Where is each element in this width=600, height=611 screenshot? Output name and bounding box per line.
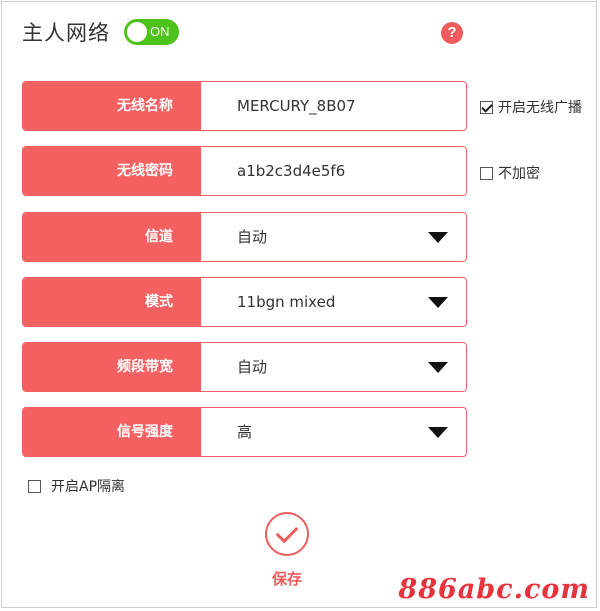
broadcast-label: 开启无线广播	[498, 100, 582, 116]
no-encrypt-checkbox[interactable]	[480, 166, 493, 180]
page-title: 主人网络	[22, 21, 110, 45]
wireless-password-input[interactable]: a1b2c3d4e5f6	[201, 147, 466, 195]
checkmark-icon	[265, 512, 309, 556]
chevron-down-icon	[428, 362, 448, 373]
mode-value: 11bgn mixed	[237, 293, 336, 311]
toggle-knob	[127, 22, 147, 42]
toggle-label: ON	[150, 24, 170, 39]
no-encrypt-label: 不加密	[498, 166, 540, 182]
chevron-down-icon	[428, 427, 448, 438]
mode-label: 模式	[23, 278, 201, 326]
network-toggle[interactable]: ON	[124, 19, 179, 45]
chevron-down-icon	[428, 297, 448, 308]
broadcast-option[interactable]: 开启无线广播	[480, 97, 582, 117]
save-label: 保存	[271, 570, 302, 588]
wireless-name-input[interactable]: MERCURY_8B07	[201, 82, 466, 130]
bandwidth-field: 频段带宽 自动	[22, 342, 467, 392]
ap-isolation-checkbox[interactable]	[28, 479, 41, 493]
signal-strength-field: 信号强度 高	[22, 407, 467, 457]
channel-field: 信道 自动	[22, 212, 467, 262]
question-icon[interactable]: ?	[441, 22, 463, 44]
mode-select[interactable]: 11bgn mixed	[201, 278, 466, 326]
bandwidth-value: 自动	[237, 358, 268, 376]
watermark: 886abc.com	[398, 574, 590, 605]
ap-isolation-option[interactable]: 开启AP隔离	[28, 476, 125, 496]
wireless-name-label: 无线名称	[23, 82, 201, 130]
page-header: 主人网络 ON	[22, 16, 179, 48]
broadcast-checkbox[interactable]	[480, 100, 493, 114]
channel-select[interactable]: 自动	[201, 213, 466, 261]
channel-label: 信道	[23, 213, 201, 261]
wireless-password-label: 无线密码	[23, 147, 201, 195]
wireless-name-field: 无线名称 MERCURY_8B07	[22, 81, 467, 131]
signal-strength-label: 信号强度	[23, 408, 201, 456]
ap-isolation-label: 开启AP隔离	[51, 479, 126, 495]
mode-field: 模式 11bgn mixed	[22, 277, 467, 327]
bandwidth-label: 频段带宽	[23, 343, 201, 391]
bandwidth-select[interactable]: 自动	[201, 343, 466, 391]
signal-strength-value: 高	[237, 423, 253, 441]
channel-value: 自动	[237, 228, 268, 246]
save-button[interactable]: 保存	[262, 512, 312, 589]
chevron-down-icon	[428, 232, 448, 243]
signal-strength-select[interactable]: 高	[201, 408, 466, 456]
no-encrypt-option[interactable]: 不加密	[480, 163, 540, 183]
wireless-password-field: 无线密码 a1b2c3d4e5f6	[22, 146, 467, 196]
